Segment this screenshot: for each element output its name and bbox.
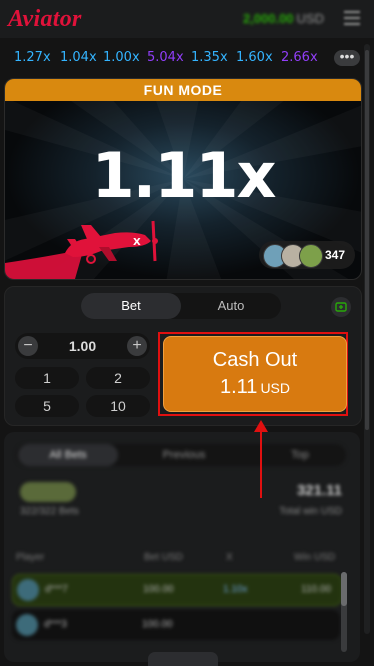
bets-scrollbar-thumb[interactable] xyxy=(341,572,347,606)
bets-list-panel: All Bets Previous Top 322/322 Bets 321.1… xyxy=(4,432,360,662)
stake-stepper[interactable]: − 1.00 + xyxy=(15,333,150,359)
players-count: 347 xyxy=(324,248,345,262)
cash-out-button[interactable]: Cash Out 1.11 USD xyxy=(163,336,347,412)
aviator-logo[interactable]: Aviator xyxy=(8,6,82,33)
quick-stake-button[interactable]: 2 xyxy=(86,367,150,389)
current-multiplier: 1.11x xyxy=(91,139,277,212)
balance-currency: USD xyxy=(296,11,324,26)
tab-previous[interactable]: Previous xyxy=(134,444,234,466)
bets-summary: 322/322 Bets 321.11 Total win USD xyxy=(16,480,346,520)
history-multiplier[interactable]: 1.27x xyxy=(14,50,51,65)
avatar xyxy=(16,614,38,636)
total-win-label: Total win USD xyxy=(279,506,342,517)
bet-mode-tabs: Bet Auto xyxy=(81,293,281,319)
balance-amount: 2,000.00 xyxy=(242,11,294,26)
column-bet: Bet USD xyxy=(144,552,183,563)
multiplier-history: 1.27x 1.04x 1.00x 5.04x 1.35x 1.60x 2.66… xyxy=(0,38,374,78)
history-multiplier[interactable]: 1.35x xyxy=(191,50,228,65)
history-multiplier[interactable]: 1.04x xyxy=(60,50,97,65)
menu-icon[interactable] xyxy=(344,11,360,25)
history-multiplier[interactable]: 1.60x xyxy=(236,50,273,65)
cashout-multiplier: 1.10x xyxy=(223,584,248,595)
column-win: Win USD xyxy=(294,552,336,563)
page-scrollbar-thumb[interactable] xyxy=(365,50,369,430)
bets-tabs: All Bets Previous Top xyxy=(16,444,346,466)
bet-amount: 100.00 xyxy=(142,619,173,630)
tab-auto[interactable]: Auto xyxy=(181,293,281,319)
increase-stake-button[interactable]: + xyxy=(127,336,147,356)
column-player: Player xyxy=(16,552,45,563)
tab-bet[interactable]: Bet xyxy=(81,293,181,319)
player-avatar xyxy=(299,244,323,268)
top-bar: Aviator 2,000.00 USD xyxy=(0,0,374,38)
bettor-avatars xyxy=(20,482,76,502)
table-row: d***7 100.00 1.10x 110.00 xyxy=(12,574,342,606)
cash-out-value: 1.11 xyxy=(219,376,258,398)
column-x: X xyxy=(226,552,233,563)
add-bet-panel-icon[interactable] xyxy=(331,297,351,317)
quick-stake-button[interactable]: 10 xyxy=(86,395,150,417)
player-name: d***7 xyxy=(45,584,68,595)
player-name: d***3 xyxy=(44,619,67,630)
footer-handle[interactable] xyxy=(148,652,218,666)
quick-stake-button[interactable]: 1 xyxy=(15,367,79,389)
quick-stake-button[interactable]: 5 xyxy=(15,395,79,417)
plane-icon: X xyxy=(5,220,158,279)
win-amount: 110.00 xyxy=(301,584,331,595)
history-more-button[interactable]: ••• xyxy=(334,49,360,66)
bets-count: 322/322 Bets xyxy=(20,506,79,517)
bet-amount: 100.00 xyxy=(143,584,174,595)
game-field: FUN MODE 1.11x X 347 xyxy=(4,78,362,280)
history-multiplier[interactable]: 5.04x xyxy=(147,50,184,65)
annotation-arrow-icon xyxy=(254,420,268,498)
balance-display: 2,000.00 USD xyxy=(243,11,324,26)
svg-text:X: X xyxy=(133,237,141,248)
total-win-value: 321.11 xyxy=(296,482,342,499)
cash-out-currency: USD xyxy=(260,380,290,396)
avatar xyxy=(17,579,39,601)
fun-mode-banner: FUN MODE xyxy=(5,79,361,101)
history-multiplier[interactable]: 1.00x xyxy=(103,50,140,65)
table-row: d***3 100.00 xyxy=(12,610,340,640)
cash-out-amount: 1.11 USD xyxy=(164,376,346,399)
tab-all-bets[interactable]: All Bets xyxy=(18,444,118,466)
history-multiplier[interactable]: 2.66x xyxy=(281,50,318,65)
players-online-badge: 347 xyxy=(259,241,355,269)
cash-out-label: Cash Out xyxy=(212,349,298,371)
